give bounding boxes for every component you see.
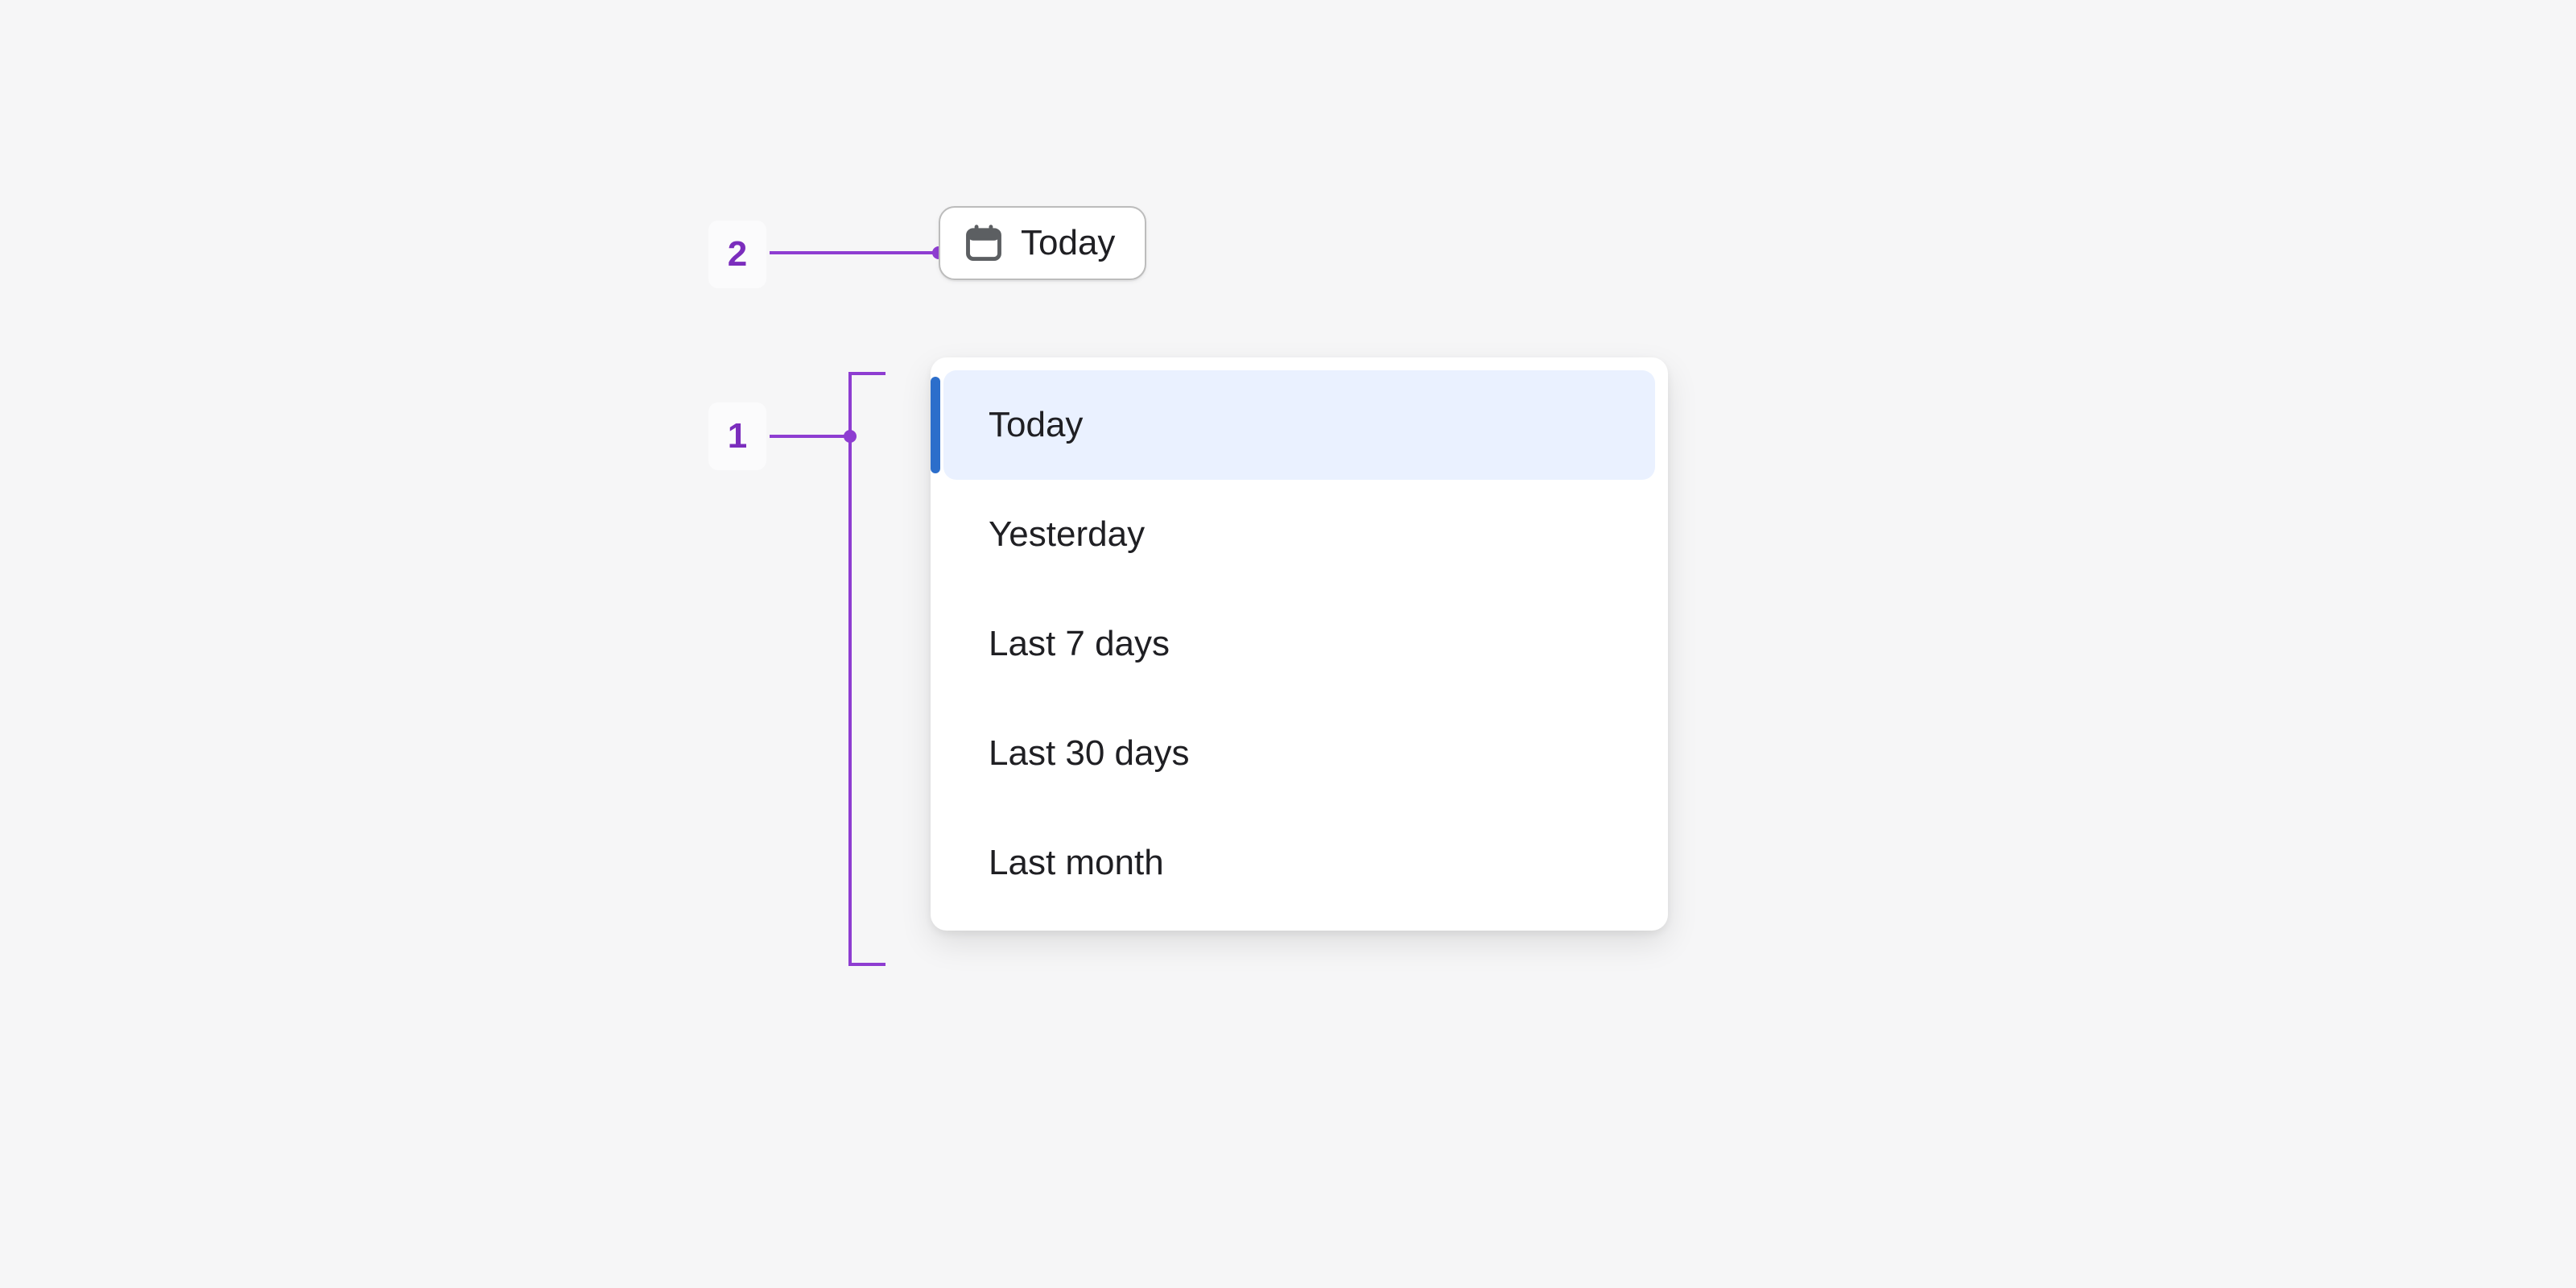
date-range-option-last-7-days[interactable]: Last 7 days (943, 589, 1655, 699)
annotation-badge-1-label: 1 (728, 415, 748, 457)
date-range-option-label: Yesterday (989, 514, 1145, 554)
date-range-option-last-month[interactable]: Last month (943, 808, 1655, 918)
date-range-activator-button[interactable]: Today (939, 206, 1146, 280)
date-range-option-label: Today (989, 404, 1083, 444)
date-range-option-last-30-days[interactable]: Last 30 days (943, 699, 1655, 808)
date-range-option-label: Last 30 days (989, 733, 1190, 773)
date-range-option-label: Last month (989, 842, 1164, 882)
date-range-popover: Today Yesterday Last 7 days Last 30 days… (931, 357, 1668, 931)
calendar-icon (963, 222, 1005, 264)
date-range-option-today[interactable]: Today (943, 370, 1655, 480)
annotation-badge-2-label: 2 (728, 233, 748, 275)
date-range-option-yesterday[interactable]: Yesterday (943, 480, 1655, 589)
date-range-activator-label: Today (1021, 225, 1115, 261)
date-range-option-label: Last 7 days (989, 623, 1170, 663)
annotation-badge-2: 2 (708, 221, 766, 288)
annotation-badge-1: 1 (708, 402, 766, 470)
